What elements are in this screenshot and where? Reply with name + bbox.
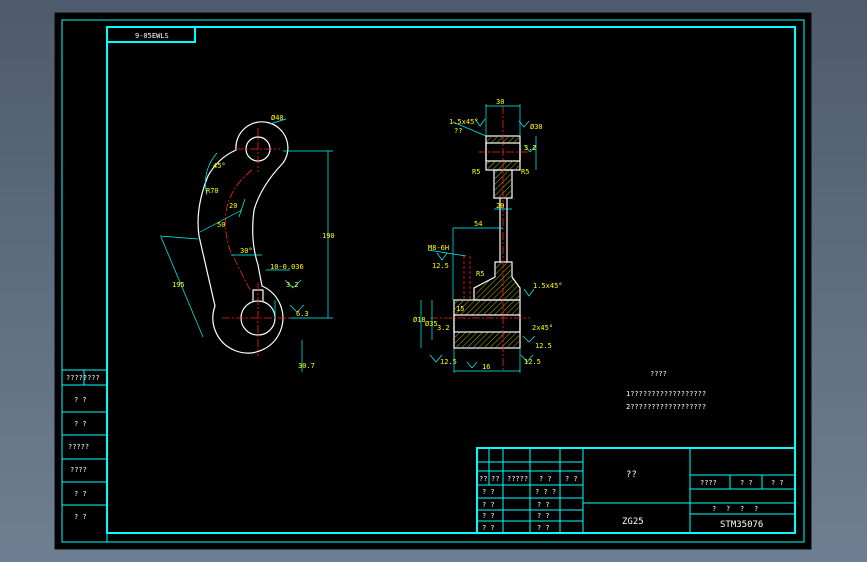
strip-cell-6: ? ? bbox=[74, 513, 87, 521]
dim-keyway-width: 10-0.036 bbox=[270, 263, 304, 271]
notes-line-1: 1?????????????????? bbox=[626, 390, 706, 398]
tb-r1-c2: ????? bbox=[507, 475, 528, 483]
dim-d35: Ø35 bbox=[425, 320, 438, 328]
dim-a30: 30° bbox=[240, 247, 253, 255]
strip-cell-5: ? ? bbox=[74, 490, 87, 498]
dim-w20b: 20 bbox=[496, 202, 504, 210]
tb-rm-c1: ? bbox=[726, 505, 730, 513]
drawing-sheet: 9-05EWLS ???????? ? ? ? ? ????? ???? ? ?… bbox=[54, 12, 812, 550]
tb-rm-c2: ? bbox=[740, 505, 744, 513]
rough-12-5-d: 12.5 bbox=[524, 358, 541, 366]
dim-a45: 45° bbox=[213, 162, 226, 170]
tb-rm-c0: ? bbox=[712, 505, 716, 513]
dim-r70: R70 bbox=[206, 187, 219, 195]
dim-q-top: ?? bbox=[454, 127, 462, 135]
strip-cell-2: ? ? bbox=[74, 420, 87, 428]
tb-rt-c0: ???? bbox=[700, 479, 717, 487]
notes-line-2: 2?????????????????? bbox=[626, 403, 706, 411]
tb-drawing-number: STM35076 bbox=[720, 520, 763, 530]
dim-top30: 30 bbox=[496, 98, 504, 106]
notes-heading: ???? bbox=[650, 370, 667, 378]
dim-n307: 30.7 bbox=[298, 362, 315, 370]
tb-rb-c0: ? ? bbox=[482, 501, 495, 509]
rough-12-5-a: 12.5 bbox=[432, 262, 449, 270]
cad-viewport[interactable]: 9-05EWLS ???????? ? ? ? ? ????? ???? ? ?… bbox=[0, 0, 867, 562]
dim-len195: 195 bbox=[172, 281, 185, 289]
tb-ra-c1: ? ? ? bbox=[535, 488, 556, 496]
tb-rb-c1: ? ? bbox=[537, 501, 550, 509]
tb-r1-c4: ? ? bbox=[565, 475, 578, 483]
dim-h15: 15 bbox=[456, 305, 464, 313]
dim-w16: 16 bbox=[482, 363, 490, 371]
paper-background bbox=[54, 12, 812, 550]
tb-rt-c2: ? ? bbox=[771, 479, 784, 487]
dim-d30: Ø30 bbox=[530, 123, 543, 131]
tb-material: ZG25 bbox=[622, 517, 644, 527]
dim-h190: 190 bbox=[322, 232, 335, 240]
tb-ra-c0: ? ? bbox=[482, 488, 495, 496]
tb-part-name: ?? bbox=[626, 470, 637, 480]
dim-d18: Ø18 bbox=[413, 316, 426, 324]
dim-chamfer-low: 1.5x45° bbox=[533, 282, 563, 290]
rough-12-5-b: 12.5 bbox=[535, 342, 552, 350]
dim-m8: M8-6H bbox=[428, 244, 449, 252]
dim-chamfer-top: 1.5x45° bbox=[449, 118, 479, 126]
tb-rt-c1: ? ? bbox=[740, 479, 753, 487]
rough-12-5-c: 12.5 bbox=[440, 358, 457, 366]
strip-cell-3: ????? bbox=[68, 443, 89, 451]
tb-r1-c3: ? ? bbox=[539, 475, 552, 483]
tb-rc-c0: ? ? bbox=[482, 512, 495, 520]
tb-r1-c1: ?? bbox=[491, 475, 499, 483]
strip-cell-1: ? ? bbox=[74, 396, 87, 404]
dim-w20a: 20 bbox=[229, 202, 237, 210]
rough-3-2-top: 3.2 bbox=[524, 144, 537, 152]
dim-d40: Ø40 bbox=[271, 114, 284, 122]
rough-3-2-front: 3.2 bbox=[286, 281, 299, 289]
tb-rd-c0: ? ? bbox=[482, 524, 495, 532]
dim-r5-left: R5 bbox=[472, 168, 480, 176]
dim-w54: 54 bbox=[474, 220, 482, 228]
tb-rm-c3: ? bbox=[754, 505, 758, 513]
rough-6-3-front: 6.3 bbox=[296, 310, 309, 318]
strip-cell-4: ???? bbox=[70, 466, 87, 474]
tb-rc-c1: ? ? bbox=[537, 512, 550, 520]
dim-chamfer-bot: 2x45° bbox=[532, 324, 553, 332]
rough-3-2-left: 3.2 bbox=[437, 324, 450, 332]
strip-cell-0: ???????? bbox=[66, 374, 100, 382]
dim-w50: 50 bbox=[217, 221, 225, 229]
dim-r5-low: R5 bbox=[476, 270, 484, 278]
code-box-label: 9-05EWLS bbox=[135, 32, 169, 40]
tb-rd-c1: ? ? bbox=[537, 524, 550, 532]
tb-r1-c0: ?? bbox=[479, 475, 487, 483]
dim-r5-right: R5 bbox=[521, 168, 529, 176]
